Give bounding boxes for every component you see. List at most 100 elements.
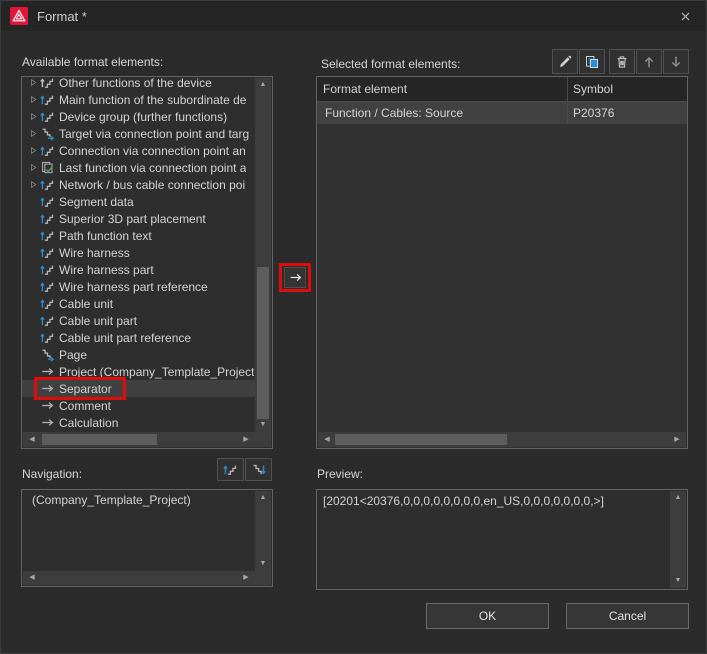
scroll-left-icon[interactable]: ◀ [25, 571, 39, 586]
preview-vscrollbar[interactable]: ▲ ▼ [670, 491, 686, 588]
edit-button[interactable] [552, 49, 578, 74]
list-item-label: Comment [59, 398, 112, 413]
scroll-left-icon[interactable]: ◀ [320, 432, 334, 447]
stairs-right-blue-icon [40, 126, 57, 141]
list-item[interactable]: Page [22, 346, 256, 363]
preview-panel[interactable]: [20201<20376,0,0,0,0,0,0,0,0,en_US,0,0,0… [316, 489, 688, 590]
list-item[interactable]: Cable unit [22, 295, 256, 312]
list-item[interactable]: Separator [22, 380, 256, 397]
scroll-right-icon[interactable]: ▶ [670, 432, 684, 447]
scroll-left-icon[interactable]: ◀ [25, 432, 39, 447]
selected-table[interactable]: Format element Symbol Function / Cables:… [316, 76, 688, 449]
list-item[interactable]: Connection via connection point an [22, 142, 256, 159]
expander-icon[interactable] [26, 180, 40, 189]
stairs-right-blue-icon [40, 347, 57, 362]
cell-format-element: Function / Cables: Source [325, 106, 464, 120]
delete-button[interactable] [609, 49, 635, 74]
expander-icon[interactable] [26, 95, 40, 104]
selected-toolbar [552, 49, 689, 74]
scroll-down-icon[interactable]: ▼ [255, 418, 271, 432]
list-item[interactable]: Comment [22, 397, 256, 414]
list-item[interactable]: Main function of the subordinate de [22, 91, 256, 108]
list-item-label: Last function via connection point a [59, 160, 247, 175]
move-down-button[interactable] [663, 49, 689, 74]
list-item[interactable]: Superior 3D part placement [22, 210, 256, 227]
move-up-button[interactable] [636, 49, 662, 74]
table-row[interactable]: Function / Cables: Source P20376 [317, 102, 687, 124]
list-item[interactable]: Segment data [22, 193, 256, 210]
available-hscrollbar[interactable]: ◀ ▶ [23, 432, 255, 447]
available-list[interactable]: Other functions of the device Main functi… [21, 76, 273, 449]
arrow-right-gray-icon [40, 364, 57, 379]
scroll-right-icon[interactable]: ▶ [239, 571, 253, 586]
list-item-label: Network / bus cable connection poi [59, 177, 246, 192]
navigation-label: Navigation: [22, 467, 83, 481]
list-item[interactable]: Wire harness [22, 244, 256, 261]
list-item[interactable]: Cable unit part reference [22, 329, 256, 346]
stairs-up-blue-icon [40, 92, 57, 107]
scrollbar-thumb[interactable] [42, 434, 157, 445]
navigation-rows: (Company_Template_Project) [22, 492, 272, 509]
list-item[interactable]: Path function text [22, 227, 256, 244]
list-item-label: Target via connection point and targ [59, 126, 250, 141]
scrollbar-thumb[interactable] [257, 267, 269, 419]
available-vscrollbar[interactable]: ▲ ▼ [255, 78, 271, 432]
cancel-button[interactable]: Cancel [566, 603, 689, 629]
window-title: Format * [37, 8, 87, 24]
pencil-icon [557, 54, 573, 70]
scroll-down-icon[interactable]: ▼ [255, 557, 271, 571]
stairs-up-blue-icon [40, 296, 57, 311]
stairs-up-blue-icon [40, 177, 57, 192]
list-item[interactable]: Project (Company_Template_Project [22, 363, 256, 380]
expander-icon[interactable] [26, 129, 40, 138]
level-down-button[interactable] [245, 458, 272, 481]
list-item-label: Project (Company_Template_Project [59, 364, 255, 379]
list-item[interactable]: Target via connection point and targ [22, 125, 256, 142]
expander-icon[interactable] [26, 146, 40, 155]
list-item[interactable]: Last function via connection point a [22, 159, 256, 176]
navigation-item[interactable]: (Company_Template_Project) [22, 492, 272, 509]
column-header-format-element[interactable]: Format element [317, 77, 567, 101]
list-item-label: Wire harness part [59, 262, 154, 277]
stairs-up-blue-icon [40, 330, 57, 345]
expander-icon[interactable] [26, 112, 40, 121]
app-logo-icon [10, 7, 28, 25]
available-label: Available format elements: [22, 55, 164, 69]
list-item[interactable]: Wire harness part [22, 261, 256, 278]
list-item[interactable]: Wire harness part reference [22, 278, 256, 295]
list-item-label: Connection via connection point an [59, 143, 246, 158]
navigation-toolbar [217, 458, 272, 481]
scrollbar-corner [255, 432, 271, 447]
selected-hscrollbar[interactable]: ◀ ▶ [318, 432, 686, 447]
scrollbar-thumb[interactable] [335, 434, 507, 445]
list-item-label: Wire harness [59, 245, 130, 260]
transfer-right-button[interactable] [284, 267, 306, 288]
list-item[interactable]: Calculation [22, 414, 256, 431]
list-item[interactable]: Network / bus cable connection poi [22, 176, 256, 193]
format-dialog: Format * Available format elements: Othe… [0, 0, 707, 654]
selected-label: Selected format elements: [321, 57, 461, 71]
list-item[interactable]: Other functions of the device [22, 77, 256, 91]
navigation-hscrollbar[interactable]: ◀ ▶ [23, 571, 255, 585]
scroll-down-icon[interactable]: ▼ [670, 574, 686, 588]
list-item[interactable]: Device group (further functions) [22, 108, 256, 125]
scroll-up-icon[interactable]: ▲ [255, 78, 271, 92]
scroll-right-icon[interactable]: ▶ [239, 432, 253, 447]
scroll-up-icon[interactable]: ▲ [255, 491, 271, 505]
arrow-down-icon [668, 54, 684, 70]
column-header-symbol[interactable]: Symbol [567, 77, 687, 101]
navigation-list[interactable]: (Company_Template_Project) ▲ ▼ ◀ ▶ [21, 489, 273, 587]
expander-icon[interactable] [26, 78, 40, 87]
level-up-button[interactable] [217, 458, 244, 481]
stairs-up-icon [223, 462, 238, 477]
ok-button[interactable]: OK [426, 603, 549, 629]
list-item-label: Superior 3D part placement [59, 211, 206, 226]
list-item[interactable]: Cable unit part [22, 312, 256, 329]
close-icon[interactable] [673, 4, 697, 28]
scroll-up-icon[interactable]: ▲ [670, 491, 686, 505]
copy-button[interactable] [579, 49, 605, 74]
arrow-right-gray-icon [40, 381, 57, 396]
navigation-vscrollbar[interactable]: ▲ ▼ [255, 491, 271, 571]
trash-icon [614, 54, 630, 70]
expander-icon[interactable] [26, 163, 40, 172]
